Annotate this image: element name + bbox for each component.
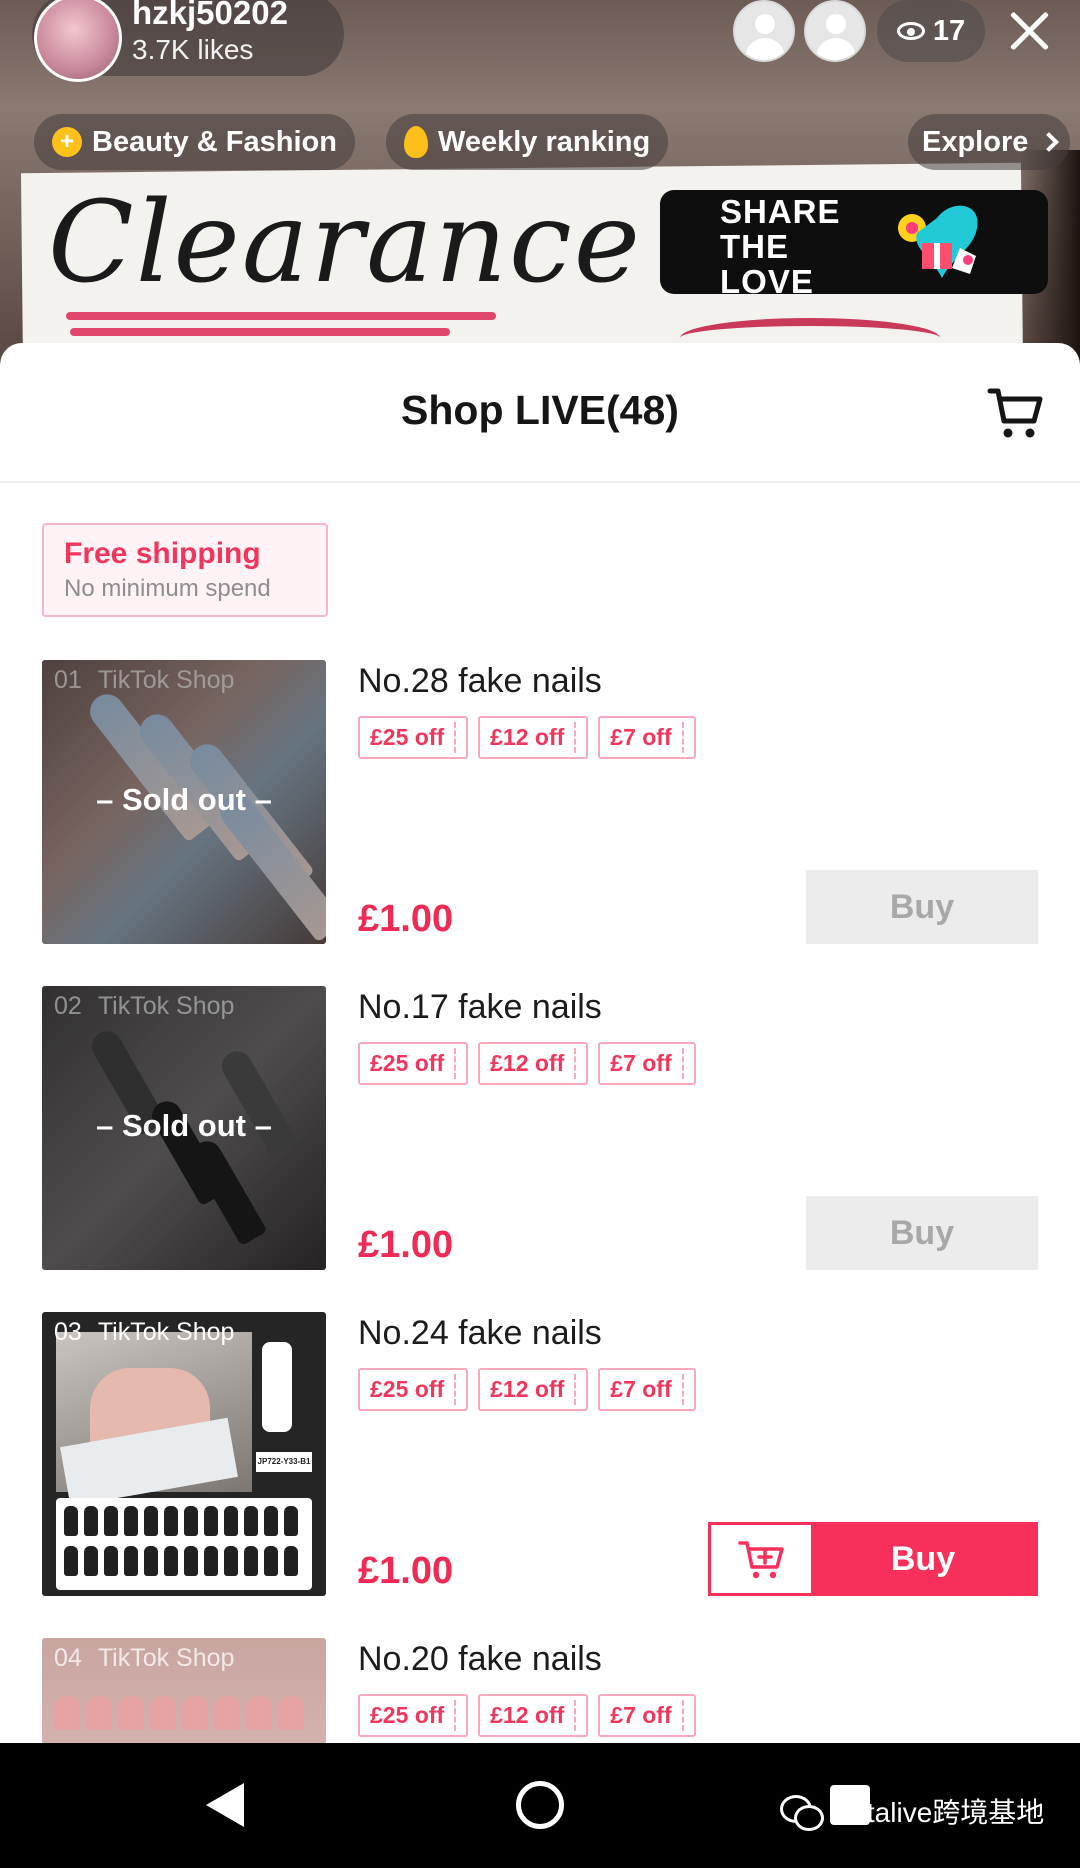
coupon-tag: £7 off: [598, 1368, 696, 1411]
banner-text: SHARE THE LOVE: [720, 193, 841, 294]
thumbnail-label: 02 TikTok Shop: [54, 992, 234, 1021]
free-shipping-badge[interactable]: Free shipping No minimum spend: [42, 523, 328, 617]
sheet-header: Shop LIVE(48): [0, 343, 1080, 483]
category-label: Beauty & Fashion: [92, 125, 337, 158]
coupon-tag: £25 off: [358, 1368, 469, 1411]
item-price: £1.00: [358, 1224, 454, 1266]
share-the-love-banner[interactable]: SHARE THE LOVE: [660, 190, 1048, 294]
product-code: JP722-Y33-B1: [256, 1452, 312, 1472]
item-title[interactable]: No.24 fake nails: [358, 1314, 602, 1353]
viewer-avatar[interactable]: [804, 0, 866, 62]
coupon-tag: £12 off: [478, 1042, 589, 1085]
home-icon[interactable]: [516, 1781, 564, 1829]
item-title[interactable]: No.28 fake nails: [358, 662, 602, 701]
category-chip[interactable]: + Beauty & Fashion: [34, 114, 355, 170]
buy-group: Buy: [708, 1522, 1038, 1596]
list-item[interactable]: JP722-Y33-B1 03 TikTok Shop No.24 fake na…: [42, 1312, 1038, 1596]
add-to-cart-button[interactable]: [711, 1525, 811, 1593]
coupon-list: £25 off £12 off £7 off: [358, 1694, 696, 1737]
item-title[interactable]: No.17 fake nails: [358, 988, 602, 1027]
product-thumbnail[interactable]: 01 TikTok Shop – Sold out –: [42, 660, 326, 944]
thumbnail-label: 04 TikTok Shop: [54, 1644, 234, 1673]
coupon-tag: £7 off: [598, 1694, 696, 1737]
shipping-subtitle: No minimum spend: [64, 575, 271, 602]
thumbnail-label: 03 TikTok Shop: [54, 1318, 234, 1347]
list-item[interactable]: 01 TikTok Shop – Sold out – No.28 fake na…: [42, 660, 1038, 944]
tiktok-live-screen: Clearance Sale hzkj50202 3.7K likes 17 +…: [0, 0, 1080, 1868]
sheet-title: Shop LIVE(48): [401, 387, 679, 433]
item-source: TikTok Shop: [97, 1318, 235, 1346]
gift-icon: [898, 205, 978, 278]
sign-underline: [70, 328, 450, 336]
host-likes: 3.7K likes: [132, 34, 254, 65]
item-title[interactable]: No.20 fake nails: [358, 1640, 602, 1679]
close-icon[interactable]: [1003, 4, 1055, 56]
viewer-count[interactable]: 17: [877, 0, 985, 62]
item-source: TikTok Shop: [97, 666, 235, 694]
coupon-tag: £25 off: [358, 1694, 469, 1737]
sold-out-label: – Sold out –: [96, 1108, 272, 1143]
watermark-text: Metalive跨境基地: [828, 1797, 1045, 1828]
item-index: 02: [54, 992, 82, 1020]
add-to-cart-icon: [738, 1541, 784, 1579]
sold-out-label: – Sold out –: [96, 782, 272, 817]
system-nav-bar: Metalive跨境基地: [0, 1743, 1080, 1868]
viewer-avatar[interactable]: [733, 0, 795, 62]
ranking-label: Weekly ranking: [438, 125, 651, 158]
shop-sheet: Shop LIVE(48) Free shipping No minimum s…: [0, 343, 1080, 1868]
cart-icon[interactable]: [986, 383, 1044, 441]
buy-button-disabled[interactable]: Buy: [806, 1196, 1038, 1270]
item-price: £1.00: [358, 898, 454, 940]
item-source: TikTok Shop: [97, 1644, 235, 1672]
plus-icon: +: [52, 127, 82, 157]
coupon-tag: £25 off: [358, 1042, 469, 1085]
item-source: TikTok Shop: [97, 992, 235, 1020]
coupon-list: £25 off £12 off £7 off: [358, 1368, 696, 1411]
coupon-tag: £7 off: [598, 716, 696, 759]
sign-underline: [66, 312, 496, 320]
buy-button[interactable]: Buy: [811, 1525, 1035, 1593]
product-thumbnail[interactable]: 02 TikTok Shop – Sold out –: [42, 986, 326, 1270]
eye-icon: [896, 22, 925, 40]
chevron-right-icon: [1039, 132, 1060, 152]
coupon-tag: £12 off: [478, 1694, 589, 1737]
item-index: 01: [54, 666, 82, 694]
explore-label: Explore: [922, 125, 1029, 158]
coupon-tag: £25 off: [358, 716, 469, 759]
list-item[interactable]: 02 TikTok Shop – Sold out – No.17 fake na…: [42, 986, 1038, 1270]
coupon-list: £25 off £12 off £7 off: [358, 1042, 696, 1085]
host-name: hzkj50202: [132, 0, 288, 31]
explore-chip[interactable]: Explore: [908, 114, 1071, 170]
coupon-tag: £7 off: [598, 1042, 696, 1085]
watermark: Metalive跨境基地: [780, 1791, 1044, 1831]
coupon-list: £25 off £12 off £7 off: [358, 716, 696, 759]
coupon-tag: £12 off: [478, 716, 589, 759]
item-index: 03: [54, 1318, 82, 1346]
back-icon[interactable]: [206, 1783, 244, 1827]
product-thumbnail[interactable]: JP722-Y33-B1 03 TikTok Shop: [42, 1312, 326, 1596]
thumbnail-label: 01 TikTok Shop: [54, 666, 234, 695]
coupon-tag: £12 off: [478, 1368, 589, 1411]
shipping-title: Free shipping: [64, 537, 261, 570]
item-index: 04: [54, 1644, 82, 1672]
item-price: £1.00: [358, 1550, 454, 1592]
live-video: Clearance Sale hzkj50202 3.7K likes 17 +…: [0, 0, 1080, 360]
wechat-icon: [780, 1795, 824, 1831]
ranking-chip[interactable]: Weekly ranking: [386, 114, 669, 170]
viewer-count-value: 17: [932, 14, 966, 47]
buy-button-disabled[interactable]: Buy: [806, 870, 1038, 944]
flame-icon: [404, 126, 428, 158]
